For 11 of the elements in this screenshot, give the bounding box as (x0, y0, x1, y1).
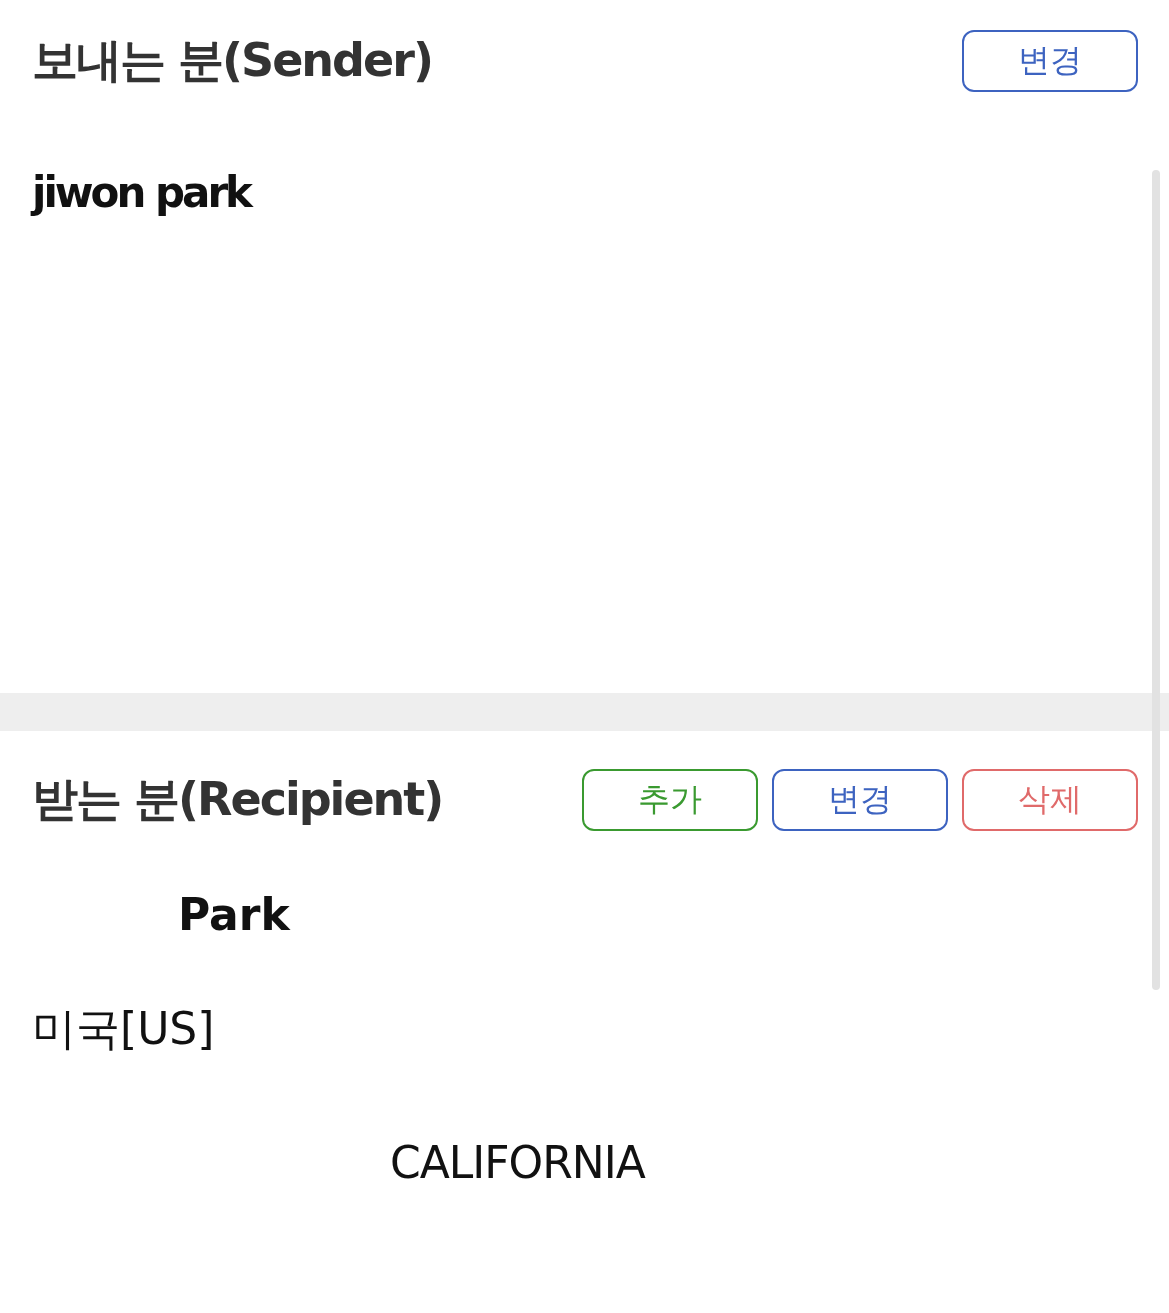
sender-name: jiwon park (32, 168, 253, 217)
change-button[interactable]: 변경 (772, 769, 948, 831)
section-title: 보내는 분(Sender) (32, 32, 432, 89)
country-text: 미국[US] (32, 1002, 216, 1056)
section-title: 받는 분(Recipient) (32, 771, 443, 828)
change-button[interactable]: 변경 (962, 30, 1138, 92)
add-button[interactable]: 추가 (582, 769, 758, 831)
recipient-name: Park (178, 889, 292, 940)
state-text: CALIFORNIA (390, 1137, 647, 1188)
scrollbar[interactable] (1152, 170, 1160, 990)
delete-button[interactable]: 삭제 (962, 769, 1138, 831)
